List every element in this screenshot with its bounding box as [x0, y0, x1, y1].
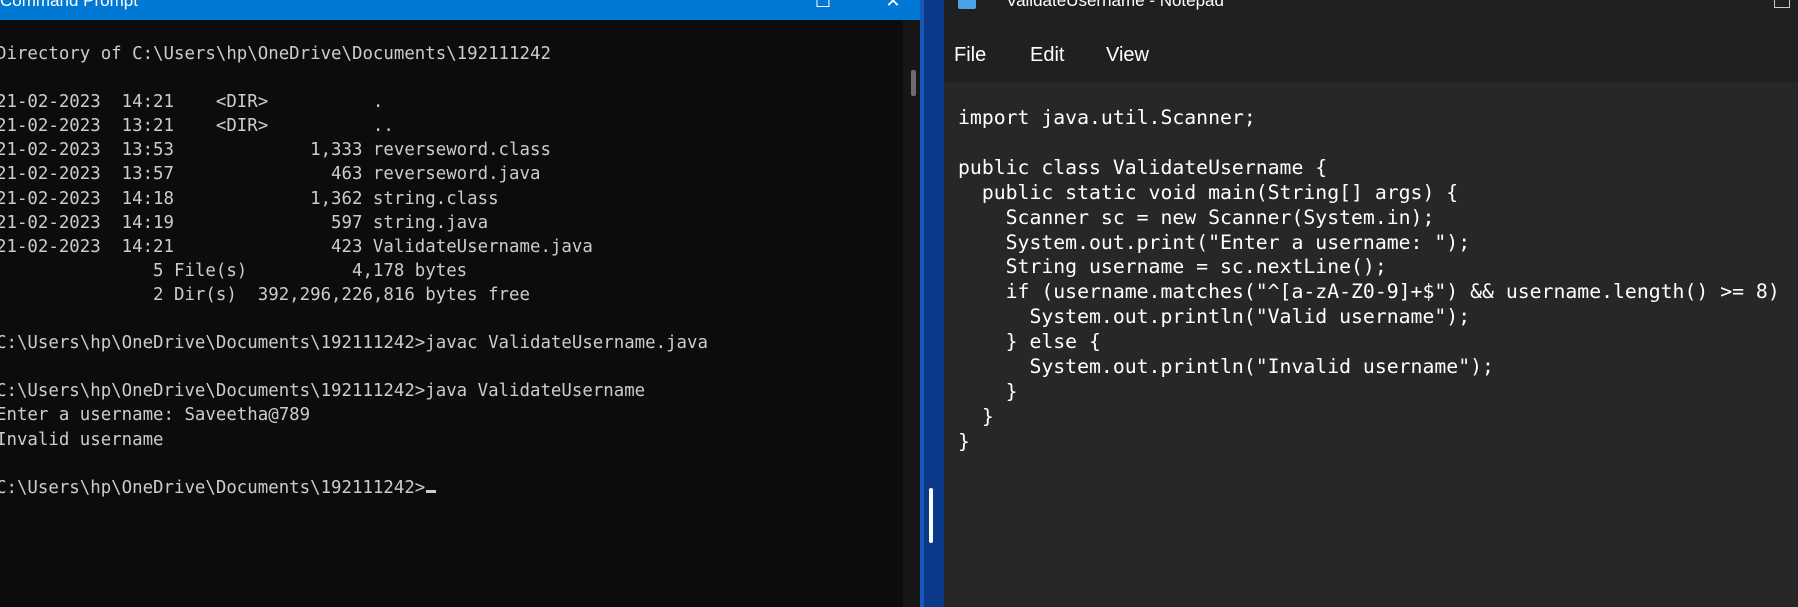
snap-divider-edge [920, 0, 924, 607]
terminal-line: 21-02-2023 14:18 1,362 string.class [0, 188, 499, 209]
menu-file[interactable]: File [954, 44, 986, 67]
code-line: import java.util.Scanner; [958, 106, 1256, 129]
maximize-button[interactable]: ☐ [812, 0, 834, 12]
menu-edit[interactable]: Edit [1030, 44, 1064, 67]
notepad-menu-bar: File Edit View [944, 14, 1798, 82]
notepad-title-bar[interactable]: ValidateUsername - Notepad [944, 0, 1798, 14]
terminal-line: Invalid username [0, 429, 164, 450]
code-line: String username = sc.nextLine(); [958, 255, 1387, 279]
maximize-icon[interactable] [1774, 0, 1790, 8]
code-line: System.out.println("Invalid username"); [958, 355, 1494, 379]
cmd-title-bar[interactable]: Command Prompt ☐ ✕ [0, 0, 920, 20]
cmd-window-title: Command Prompt [0, 0, 138, 10]
terminal-line: Directory of C:\Users\hp\OneDrive\Docume… [0, 44, 551, 64]
code-line: } else { [958, 330, 1101, 354]
terminal-line: 2 Dir(s) 392,296,226,816 bytes free [0, 284, 530, 305]
terminal-output[interactable]: Directory of C:\Users\hp\OneDrive\Docume… [0, 42, 901, 500]
code-line: } [958, 429, 970, 453]
terminal-line: 21-02-2023 13:53 1,333 reverseword.class [0, 140, 551, 161]
terminal-line: 21-02-2023 13:21 <DIR> .. [0, 116, 394, 137]
code-text: import java.util.Scanner; public class V… [958, 106, 1780, 455]
terminal-line: C:\Users\hp\OneDrive\Documents\192111242… [0, 381, 646, 402]
code-line: public static void main(String[] args) { [958, 180, 1459, 204]
code-line: System.out.println("Valid username"); [958, 305, 1471, 329]
terminal-line: C:\Users\hp\OneDrive\Documents\192111242… [0, 333, 708, 354]
snap-divider-handle[interactable] [929, 488, 933, 543]
terminal-line: 5 File(s) 4,178 bytes [0, 260, 468, 281]
code-line: } [958, 379, 1018, 403]
command-prompt-window[interactable]: Command Prompt ☐ ✕ Directory of C:\Users… [0, 0, 920, 607]
notepad-window-title: ValidateUsername - Notepad [1006, 0, 1224, 10]
code-line: } [958, 404, 994, 428]
cmd-scrollbar-thumb[interactable] [911, 70, 916, 96]
terminal-line: 21-02-2023 14:21 <DIR> . [0, 92, 384, 113]
notepad-text-area[interactable]: import java.util.Scanner; public class V… [944, 82, 1798, 607]
code-line: public class ValidateUsername { [958, 155, 1328, 179]
terminal-line: Enter a username: Saveetha@789 [0, 405, 311, 426]
cmd-scrollbar[interactable] [903, 20, 920, 607]
text-cursor [426, 489, 437, 493]
menu-view[interactable]: View [1106, 44, 1149, 67]
terminal-line: 21-02-2023 14:21 423 ValidateUsername.ja… [0, 236, 593, 257]
terminal-line: 21-02-2023 13:57 463 reverseword.java [0, 164, 541, 185]
command-prompt: C:\Users\hp\OneDrive\Documents\192111242… [0, 477, 426, 498]
code-line: if (username.matches("^[a-zA-Z0-9]+$") &… [958, 280, 1780, 304]
code-line: Scanner sc = new Scanner(System.in); [958, 205, 1435, 229]
notepad-window[interactable]: ValidateUsername - Notepad File Edit Vie… [944, 0, 1798, 607]
code-line: System.out.print("Enter a username: "); [958, 230, 1471, 254]
terminal-line: 21-02-2023 14:19 597 string.java [0, 212, 489, 233]
close-button[interactable]: ✕ [882, 0, 904, 12]
notepad-app-icon [958, 0, 976, 9]
